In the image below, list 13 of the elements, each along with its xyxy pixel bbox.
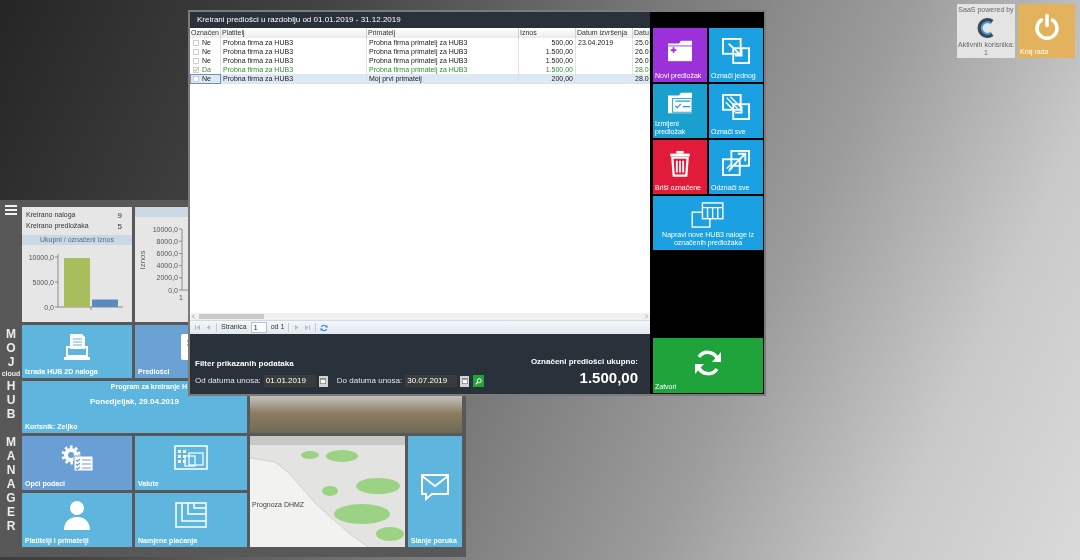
stat-value: 5 xyxy=(117,220,122,233)
date-label: Od datuma unosa: xyxy=(195,375,261,387)
total-label: Označeni predlošci ukupno: xyxy=(530,357,638,367)
axis-title: Iznos xyxy=(138,250,147,270)
date-text: Ponedjeljak, 29.04.2019 xyxy=(90,397,179,407)
date-label: Do datuma unosa: xyxy=(336,375,403,387)
filter-title: Filter prikazanih podataka xyxy=(195,359,295,369)
stat-value: 9 xyxy=(117,209,122,222)
dialog-title: Kreirani predlošci u razdoblju od 01.01.2019 - 31.12.2019 xyxy=(190,12,650,28)
total-value: 1.500,00 xyxy=(579,369,638,387)
brand-text: HUB xyxy=(5,379,17,421)
brand-text: MANAGER xyxy=(5,435,17,533)
brand-text: MOJ xyxy=(5,327,17,369)
